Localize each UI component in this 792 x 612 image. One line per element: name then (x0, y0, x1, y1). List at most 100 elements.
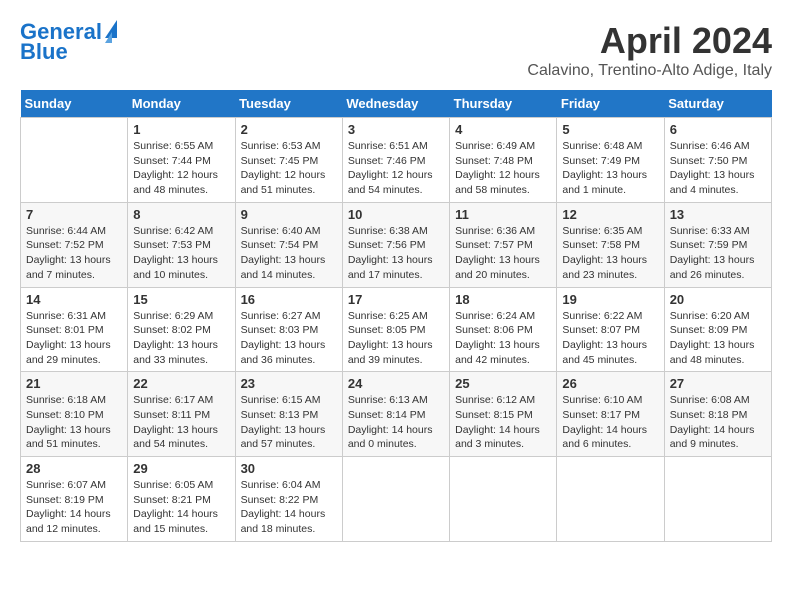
day-number: 23 (241, 376, 337, 391)
calendar-cell: 7 Sunrise: 6:44 AM Sunset: 7:52 PM Daylig… (21, 202, 128, 287)
calendar-cell: 11 Sunrise: 6:36 AM Sunset: 7:57 PM Dayli… (450, 202, 557, 287)
calendar-cell: 4Sunrise: 6:49 AM Sunset: 7:48 PM Daylig… (450, 118, 557, 203)
header-wednesday: Wednesday (342, 90, 449, 118)
calendar-cell: 12 Sunrise: 6:35 AM Sunset: 7:58 PM Dayli… (557, 202, 664, 287)
calendar-cell: 30Sunrise: 6:04 AM Sunset: 8:22 PM Dayli… (235, 457, 342, 542)
calendar-week-row: 28Sunrise: 6:07 AM Sunset: 8:19 PM Dayli… (21, 457, 772, 542)
calendar-cell: 20 Sunrise: 6:20 AM Sunset: 8:09 PM Dayli… (664, 287, 771, 372)
cell-info: Sunrise: 6:22 AM Sunset: 8:07 PM Dayligh… (562, 309, 658, 368)
day-number: 3 (348, 122, 444, 137)
day-number: 19 (562, 292, 658, 307)
cell-info: Sunrise: 6:05 AM Sunset: 8:21 PM Dayligh… (133, 478, 229, 537)
cell-info: Sunrise: 6:35 AM Sunset: 7:58 PM Dayligh… (562, 224, 658, 283)
calendar-cell: 17 Sunrise: 6:25 AM Sunset: 8:05 PM Dayli… (342, 287, 449, 372)
cell-info: Sunrise: 6:08 AM Sunset: 8:18 PM Dayligh… (670, 393, 766, 452)
calendar-cell: 14 Sunrise: 6:31 AM Sunset: 8:01 PM Dayli… (21, 287, 128, 372)
header-monday: Monday (128, 90, 235, 118)
day-number: 7 (26, 207, 122, 222)
cell-info: Sunrise: 6:38 AM Sunset: 7:56 PM Dayligh… (348, 224, 444, 283)
calendar-cell: 10 Sunrise: 6:38 AM Sunset: 7:56 PM Dayli… (342, 202, 449, 287)
calendar-cell (664, 457, 771, 542)
cell-info: Sunrise: 6:27 AM Sunset: 8:03 PM Dayligh… (241, 309, 337, 368)
day-number: 22 (133, 376, 229, 391)
day-number: 4 (455, 122, 551, 137)
calendar-cell: 22 Sunrise: 6:17 AM Sunset: 8:11 PM Dayli… (128, 372, 235, 457)
day-number: 24 (348, 376, 444, 391)
day-number: 13 (670, 207, 766, 222)
calendar-cell: 9 Sunrise: 6:40 AM Sunset: 7:54 PM Daylig… (235, 202, 342, 287)
cell-info: Sunrise: 6:51 AM Sunset: 7:46 PM Dayligh… (348, 139, 444, 198)
day-number: 8 (133, 207, 229, 222)
calendar-table: SundayMondayTuesdayWednesdayThursdayFrid… (20, 90, 772, 542)
day-number: 5 (562, 122, 658, 137)
calendar-cell (21, 118, 128, 203)
header-saturday: Saturday (664, 90, 771, 118)
calendar-cell: 27 Sunrise: 6:08 AM Sunset: 8:18 PM Dayli… (664, 372, 771, 457)
calendar-cell: 19 Sunrise: 6:22 AM Sunset: 8:07 PM Dayli… (557, 287, 664, 372)
calendar-header-row: SundayMondayTuesdayWednesdayThursdayFrid… (21, 90, 772, 118)
calendar-cell: 8 Sunrise: 6:42 AM Sunset: 7:53 PM Daylig… (128, 202, 235, 287)
calendar-cell: 15 Sunrise: 6:29 AM Sunset: 8:02 PM Dayli… (128, 287, 235, 372)
cell-info: Sunrise: 6:44 AM Sunset: 7:52 PM Dayligh… (26, 224, 122, 283)
cell-info: Sunrise: 6:31 AM Sunset: 8:01 PM Dayligh… (26, 309, 122, 368)
cell-info: Sunrise: 6:40 AM Sunset: 7:54 PM Dayligh… (241, 224, 337, 283)
cell-info: Sunrise: 6:29 AM Sunset: 8:02 PM Dayligh… (133, 309, 229, 368)
calendar-week-row: 21 Sunrise: 6:18 AM Sunset: 8:10 PM Dayli… (21, 372, 772, 457)
cell-info: Sunrise: 6:07 AM Sunset: 8:19 PM Dayligh… (26, 478, 122, 537)
day-number: 11 (455, 207, 551, 222)
day-number: 12 (562, 207, 658, 222)
day-number: 30 (241, 461, 337, 476)
calendar-cell: 2Sunrise: 6:53 AM Sunset: 7:45 PM Daylig… (235, 118, 342, 203)
day-number: 21 (26, 376, 122, 391)
day-number: 9 (241, 207, 337, 222)
cell-info: Sunrise: 6:13 AM Sunset: 8:14 PM Dayligh… (348, 393, 444, 452)
day-number: 10 (348, 207, 444, 222)
page-header: General Blue April 2024 Calavino, Trenti… (20, 20, 772, 80)
cell-info: Sunrise: 6:10 AM Sunset: 8:17 PM Dayligh… (562, 393, 658, 452)
calendar-cell: 29 Sunrise: 6:05 AM Sunset: 8:21 PM Dayli… (128, 457, 235, 542)
calendar-cell: 24 Sunrise: 6:13 AM Sunset: 8:14 PM Dayli… (342, 372, 449, 457)
cell-info: Sunrise: 6:20 AM Sunset: 8:09 PM Dayligh… (670, 309, 766, 368)
calendar-cell: 25Sunrise: 6:12 AM Sunset: 8:15 PM Dayli… (450, 372, 557, 457)
cell-info: Sunrise: 6:18 AM Sunset: 8:10 PM Dayligh… (26, 393, 122, 452)
logo-text-blue: Blue (20, 40, 68, 64)
day-number: 2 (241, 122, 337, 137)
calendar-week-row: 7 Sunrise: 6:44 AM Sunset: 7:52 PM Daylig… (21, 202, 772, 287)
header-sunday: Sunday (21, 90, 128, 118)
cell-info: Sunrise: 6:33 AM Sunset: 7:59 PM Dayligh… (670, 224, 766, 283)
cell-info: Sunrise: 6:55 AM Sunset: 7:44 PM Dayligh… (133, 139, 229, 198)
day-number: 29 (133, 461, 229, 476)
main-title: April 2024 (527, 20, 772, 62)
subtitle: Calavino, Trentino-Alto Adige, Italy (527, 62, 772, 80)
logo: General Blue (20, 20, 117, 64)
header-tuesday: Tuesday (235, 90, 342, 118)
day-number: 6 (670, 122, 766, 137)
calendar-cell: 26 Sunrise: 6:10 AM Sunset: 8:17 PM Dayli… (557, 372, 664, 457)
cell-info: Sunrise: 6:36 AM Sunset: 7:57 PM Dayligh… (455, 224, 551, 283)
day-number: 14 (26, 292, 122, 307)
calendar-cell: 5 Sunrise: 6:48 AM Sunset: 7:49 PM Daylig… (557, 118, 664, 203)
cell-info: Sunrise: 6:25 AM Sunset: 8:05 PM Dayligh… (348, 309, 444, 368)
calendar-cell (450, 457, 557, 542)
calendar-cell: 1 Sunrise: 6:55 AM Sunset: 7:44 PM Daylig… (128, 118, 235, 203)
day-number: 15 (133, 292, 229, 307)
calendar-cell: 21 Sunrise: 6:18 AM Sunset: 8:10 PM Dayli… (21, 372, 128, 457)
day-number: 16 (241, 292, 337, 307)
calendar-cell: 3 Sunrise: 6:51 AM Sunset: 7:46 PM Daylig… (342, 118, 449, 203)
day-number: 26 (562, 376, 658, 391)
cell-info: Sunrise: 6:48 AM Sunset: 7:49 PM Dayligh… (562, 139, 658, 198)
day-number: 17 (348, 292, 444, 307)
day-number: 1 (133, 122, 229, 137)
day-number: 27 (670, 376, 766, 391)
calendar-cell: 28Sunrise: 6:07 AM Sunset: 8:19 PM Dayli… (21, 457, 128, 542)
day-number: 20 (670, 292, 766, 307)
day-number: 18 (455, 292, 551, 307)
title-block: April 2024 Calavino, Trentino-Alto Adige… (527, 20, 772, 80)
cell-info: Sunrise: 6:15 AM Sunset: 8:13 PM Dayligh… (241, 393, 337, 452)
header-thursday: Thursday (450, 90, 557, 118)
cell-info: Sunrise: 6:17 AM Sunset: 8:11 PM Dayligh… (133, 393, 229, 452)
cell-info: Sunrise: 6:12 AM Sunset: 8:15 PM Dayligh… (455, 393, 551, 452)
calendar-cell: 13 Sunrise: 6:33 AM Sunset: 7:59 PM Dayli… (664, 202, 771, 287)
cell-info: Sunrise: 6:24 AM Sunset: 8:06 PM Dayligh… (455, 309, 551, 368)
cell-info: Sunrise: 6:42 AM Sunset: 7:53 PM Dayligh… (133, 224, 229, 283)
